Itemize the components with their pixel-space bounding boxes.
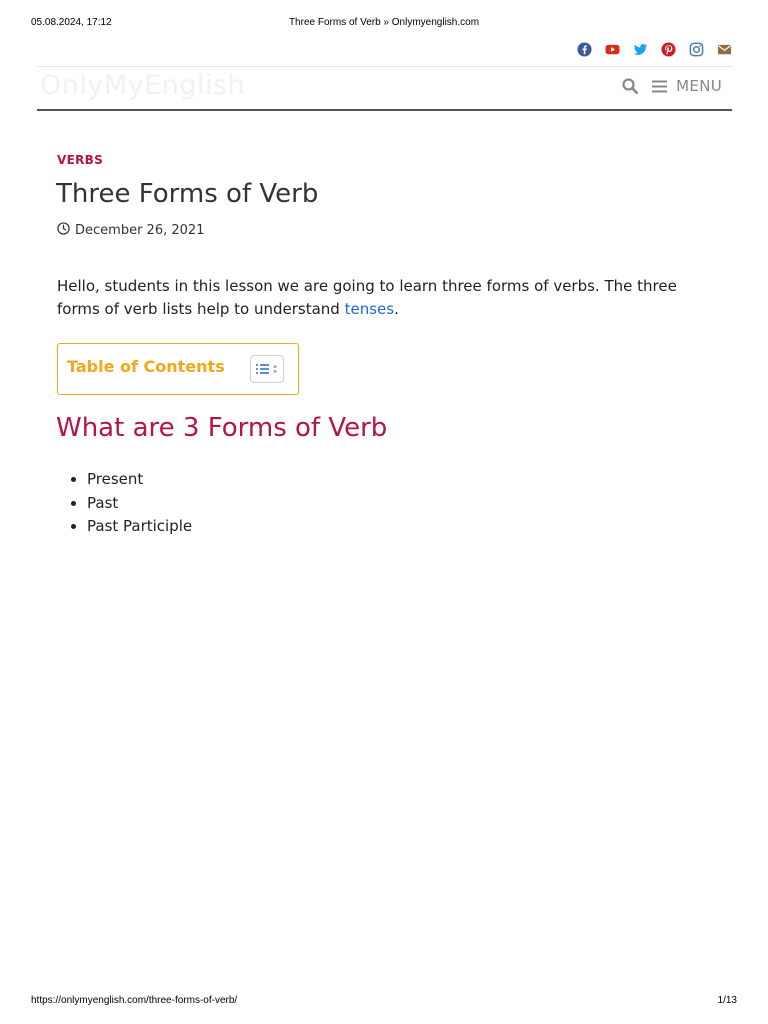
twitter-icon[interactable] xyxy=(631,42,650,57)
list-toggle-icon xyxy=(256,360,278,379)
clock-icon xyxy=(57,222,70,239)
toc-title: Table of Contents xyxy=(67,357,225,376)
list-item: Past Participle xyxy=(87,515,192,539)
instagram-icon[interactable] xyxy=(687,42,706,57)
verb-forms-list: Present Past Past Participle xyxy=(87,468,192,539)
intro-end: . xyxy=(394,300,399,318)
table-of-contents: Table of Contents xyxy=(57,343,299,395)
category-link[interactable]: VERBS xyxy=(57,153,103,167)
list-item: Present xyxy=(87,468,192,492)
print-url: https://onlymyenglish.com/three-forms-of… xyxy=(31,995,238,1006)
header-nav: MENU xyxy=(622,77,722,95)
post-date: December 26, 2021 xyxy=(57,222,204,239)
search-icon[interactable] xyxy=(622,78,639,94)
social-icons xyxy=(575,42,734,57)
page-title: Three Forms of Verb xyxy=(56,179,319,209)
list-item: Past xyxy=(87,492,192,516)
toc-toggle-button[interactable] xyxy=(250,355,284,383)
tenses-link[interactable]: tenses xyxy=(345,300,394,318)
menu-label: MENU xyxy=(676,77,722,95)
post-date-text: December 26, 2021 xyxy=(75,223,205,238)
print-page-number: 1/13 xyxy=(717,995,737,1006)
hamburger-icon xyxy=(652,80,668,93)
header-top-divider xyxy=(37,66,732,67)
pinterest-icon[interactable] xyxy=(659,42,678,57)
print-page-title: Three Forms of Verb » Onlymyenglish.com xyxy=(288,17,480,28)
facebook-icon[interactable] xyxy=(575,42,594,57)
intro-paragraph: Hello, students in this lesson we are go… xyxy=(57,275,717,321)
menu-button[interactable]: MENU xyxy=(652,77,722,95)
header-divider xyxy=(37,109,732,111)
site-logo[interactable]: OnlyMyEnglish xyxy=(40,70,245,101)
email-icon[interactable] xyxy=(715,42,734,57)
section-heading: What are 3 Forms of Verb xyxy=(56,413,388,443)
youtube-icon[interactable] xyxy=(603,42,622,57)
